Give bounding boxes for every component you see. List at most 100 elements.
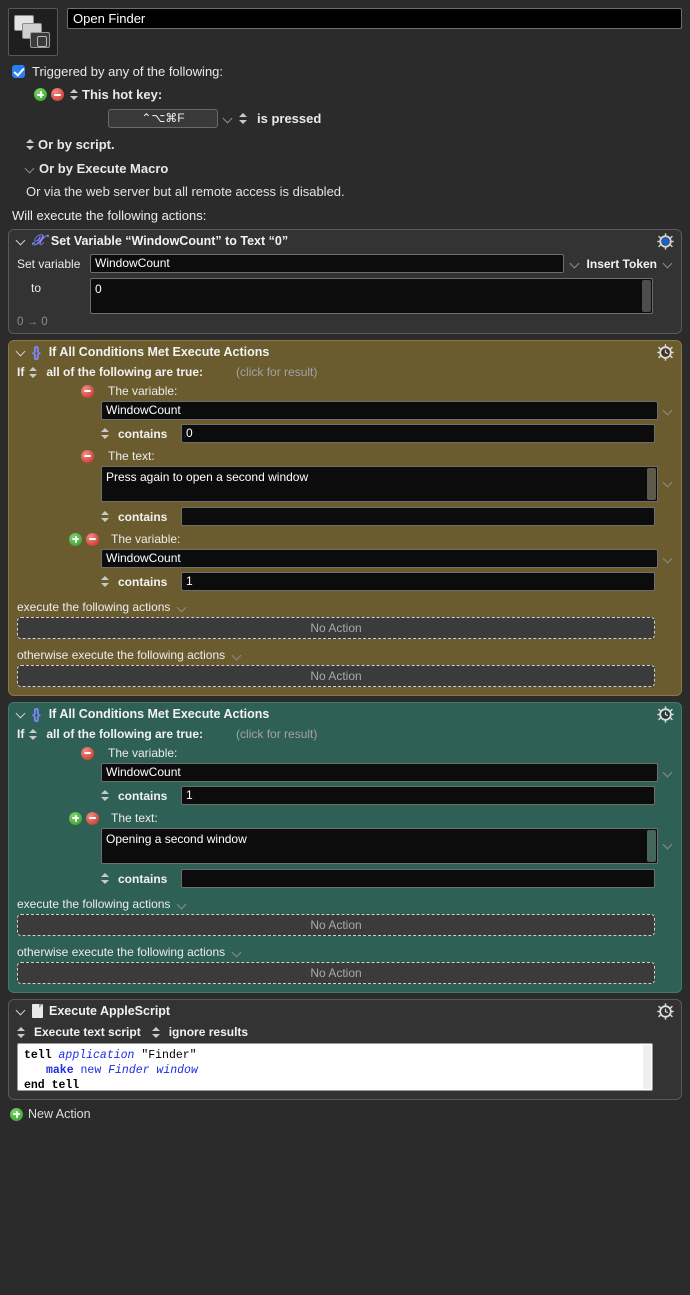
remove-condition-icon[interactable] [81, 449, 94, 463]
remove-condition-icon[interactable] [81, 384, 94, 398]
condition-operator-row: contains 1 [9, 572, 681, 591]
code-token: new [80, 1064, 109, 1077]
condition-mode-stepper-icon[interactable] [29, 366, 38, 379]
trigger-add-remove-group [34, 88, 64, 101]
else-branch-header: otherwise execute the following actions [9, 945, 681, 959]
condition-variable-input[interactable]: WindowCount [101, 549, 658, 568]
gear-clock-icon[interactable] [657, 343, 674, 361]
then-branch-chevron-icon[interactable] [178, 603, 187, 612]
click-for-result-label[interactable]: (click for result) [236, 365, 317, 379]
hotkey-input[interactable]: ⌃⌥⌘F [108, 109, 218, 128]
else-branch-chevron-icon[interactable] [233, 948, 242, 957]
operator-stepper-icon[interactable] [101, 427, 109, 440]
remove-condition-icon[interactable] [81, 746, 94, 760]
or-by-execute-macro-row[interactable]: Or by Execute Macro [12, 161, 690, 176]
condition-text-chevron-icon[interactable] [664, 478, 673, 487]
action-if-all-conditions-1[interactable]: {} If All Conditions Met Execute Actions [8, 340, 682, 696]
trigger-type-stepper-icon[interactable] [70, 88, 78, 101]
set-variable-row: Set variable WindowCount Insert Token [9, 254, 681, 273]
condition-variable-chevron-icon[interactable] [664, 406, 673, 415]
then-branch-chevron-icon[interactable] [178, 900, 187, 909]
triggered-by-checkbox[interactable] [12, 65, 25, 78]
insert-token-chevron-icon[interactable] [664, 259, 673, 268]
condition-text-chevron-icon[interactable] [664, 840, 673, 849]
code-scrollbar[interactable] [643, 1045, 651, 1089]
variable-value-input[interactable]: 0 [90, 278, 653, 314]
action-execute-applescript[interactable]: Execute AppleScript Execute text script … [8, 999, 682, 1100]
condition-operand-input[interactable]: 1 [181, 786, 655, 805]
or-by-script-row[interactable]: Or by script. [12, 137, 690, 152]
condition-text-input[interactable]: Press again to open a second window [101, 466, 658, 502]
condition-operator-row: contains [9, 507, 681, 526]
remove-trigger-icon[interactable] [51, 88, 64, 101]
disclosure-chevron-icon[interactable] [16, 236, 26, 246]
insert-token-label[interactable]: Insert Token [587, 257, 657, 271]
condition-operand-input[interactable] [181, 869, 655, 888]
condition-kind-label: The variable: [111, 532, 181, 546]
disclosure-chevron-icon[interactable] [16, 347, 26, 357]
condition-operator-row: contains [9, 869, 681, 888]
operator-stepper-icon[interactable] [101, 510, 109, 523]
or-by-execute-macro-chevron-icon[interactable] [26, 164, 35, 173]
action-title: If All Conditions Met Execute Actions [48, 345, 270, 359]
value-scrollbar[interactable] [642, 280, 651, 312]
gear-clock-icon[interactable] [657, 705, 674, 723]
gear-blue-icon[interactable] [657, 232, 674, 250]
condition-operand-input[interactable] [181, 507, 655, 526]
operator-stepper-icon[interactable] [101, 789, 109, 802]
gear-clock-icon[interactable] [657, 1002, 674, 1020]
else-branch-header: otherwise execute the following actions [9, 648, 681, 662]
operator-stepper-icon[interactable] [101, 872, 109, 885]
condition-text-scrollbar[interactable] [647, 468, 656, 500]
hotkey-condition-label: is pressed [257, 111, 322, 126]
hotkey-dropdown-chevron-icon[interactable] [224, 114, 233, 123]
condition-mode-stepper-icon[interactable] [29, 728, 38, 741]
add-trigger-icon[interactable] [34, 88, 47, 101]
disclosure-chevron-icon[interactable] [16, 709, 26, 719]
condition-value-row: WindowCount [9, 763, 681, 782]
click-for-result-label[interactable]: (click for result) [236, 727, 317, 741]
condition-kind-row: The variable: [9, 384, 681, 398]
condition-operator-label: contains [118, 509, 168, 524]
operator-stepper-icon[interactable] [101, 575, 109, 588]
condition-variable-chevron-icon[interactable] [664, 554, 673, 563]
action-if-all-conditions-2[interactable]: {} If All Conditions Met Execute Actions [8, 702, 682, 993]
remove-condition-icon[interactable] [86, 532, 99, 546]
or-by-script-label: Or by script. [38, 137, 115, 152]
action-set-variable[interactable]: 𝒳 Set Variable “WindowCount” to Text “0” [8, 229, 682, 334]
stacked-windows-icon[interactable] [8, 8, 58, 56]
condition-variable-input[interactable]: WindowCount [101, 401, 658, 420]
applescript-code-editor[interactable]: tell application "Finder" make new Finder… [17, 1043, 653, 1092]
condition-operand-input[interactable]: 1 [181, 572, 655, 591]
then-no-action-placeholder[interactable]: No Action [17, 914, 655, 936]
else-no-action-placeholder[interactable]: No Action [17, 962, 655, 984]
disclosure-chevron-icon[interactable] [16, 1006, 26, 1016]
else-no-action-placeholder[interactable]: No Action [17, 665, 655, 687]
variable-name-dropdown-chevron-icon[interactable] [571, 259, 580, 268]
action-result-line: 0 → 0 [17, 316, 48, 328]
code-line: tell application "Finder" [24, 1048, 646, 1063]
applescript-options-row: Execute text script ignore results [9, 1025, 681, 1039]
macro-header: Open Finder [0, 0, 690, 56]
web-server-note: Or via the web server but all remote acc… [26, 184, 345, 199]
add-condition-icon[interactable] [69, 811, 82, 825]
new-action-button[interactable]: New Action [0, 1100, 690, 1121]
condition-operand-input[interactable]: 0 [181, 424, 655, 443]
hotkey-condition-stepper-icon[interactable] [239, 112, 247, 125]
or-by-script-stepper-icon[interactable] [26, 138, 34, 151]
remove-condition-icon[interactable] [86, 811, 99, 825]
condition-kind-label: The variable: [108, 746, 178, 760]
script-source-stepper-icon[interactable] [17, 1026, 25, 1039]
condition-operator-label: contains [118, 871, 168, 886]
condition-variable-chevron-icon[interactable] [664, 768, 673, 777]
condition-text-input[interactable]: Opening a second window [101, 828, 658, 864]
then-no-action-placeholder[interactable]: No Action [17, 617, 655, 639]
else-branch-chevron-icon[interactable] [233, 651, 242, 660]
macro-title-input[interactable]: Open Finder [67, 8, 682, 29]
condition-mode-label: all of the following are true: [46, 727, 204, 741]
condition-text-scrollbar[interactable] [647, 830, 656, 862]
add-condition-icon[interactable] [69, 532, 82, 546]
script-results-stepper-icon[interactable] [151, 1026, 160, 1039]
variable-name-input[interactable]: WindowCount [90, 254, 564, 273]
condition-variable-input[interactable]: WindowCount [101, 763, 658, 782]
